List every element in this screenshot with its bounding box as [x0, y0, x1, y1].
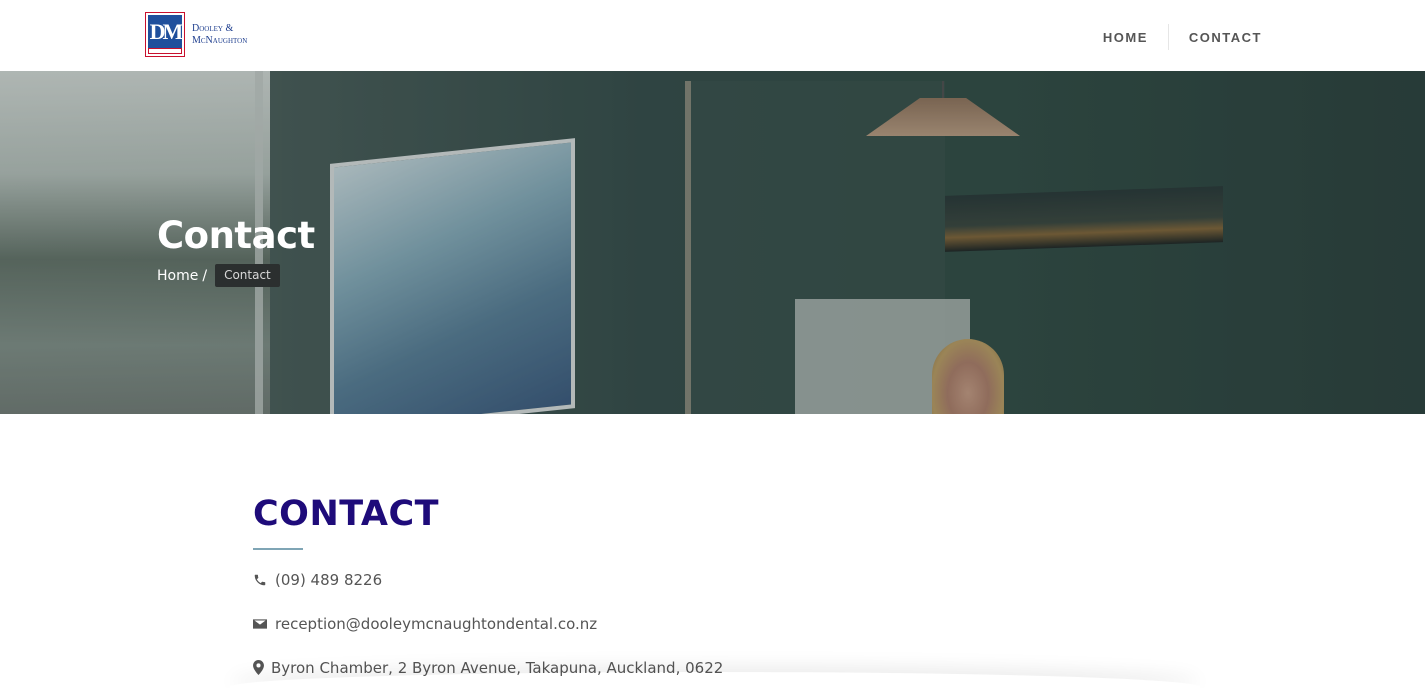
main-nav: HOME CONTACT: [1103, 22, 1262, 52]
phone-icon: [253, 573, 275, 587]
contact-email-row: reception@dooleymcnaughtondental.co.nz: [253, 615, 1153, 633]
logo-monogram: DM: [148, 15, 183, 48]
breadcrumb-current: Contact: [215, 264, 280, 287]
contact-phone[interactable]: (09) 489 8226: [275, 571, 382, 589]
contact-heading: CONTACT: [253, 494, 440, 534]
site-header: DM Dooley & McNaughton HOME CONTACT: [0, 0, 1425, 71]
logo-name-line1: Dooley &: [192, 22, 234, 34]
breadcrumb: Home / Contact: [157, 264, 280, 287]
envelope-icon: [253, 618, 275, 630]
logo-text: Dooley & McNaughton: [192, 23, 247, 47]
heading-divider: [253, 548, 303, 550]
logo-tagline-strip: [148, 48, 182, 54]
nav-home[interactable]: HOME: [1103, 30, 1148, 45]
hero-banner: Contact Home / Contact: [0, 71, 1425, 414]
contact-phone-row: (09) 489 8226: [253, 571, 1153, 589]
contact-info: (09) 489 8226 reception@dooleymcnaughton…: [253, 571, 1153, 677]
map-marker-icon: [253, 660, 271, 675]
nav-contact[interactable]: CONTACT: [1189, 30, 1262, 45]
nav-divider: [1167, 24, 1169, 50]
logo-mark: DM: [145, 12, 185, 57]
breadcrumb-separator: /: [202, 267, 208, 284]
logo-name-line2: McNaughton: [192, 34, 248, 46]
site-logo[interactable]: DM Dooley & McNaughton: [145, 12, 247, 57]
contact-section: CONTACT (09) 489 8226 reception@dooleymc…: [253, 494, 1153, 688]
contact-email[interactable]: reception@dooleymcnaughtondental.co.nz: [275, 615, 597, 633]
breadcrumb-home[interactable]: Home: [157, 268, 198, 284]
page-title: Contact: [157, 214, 315, 257]
